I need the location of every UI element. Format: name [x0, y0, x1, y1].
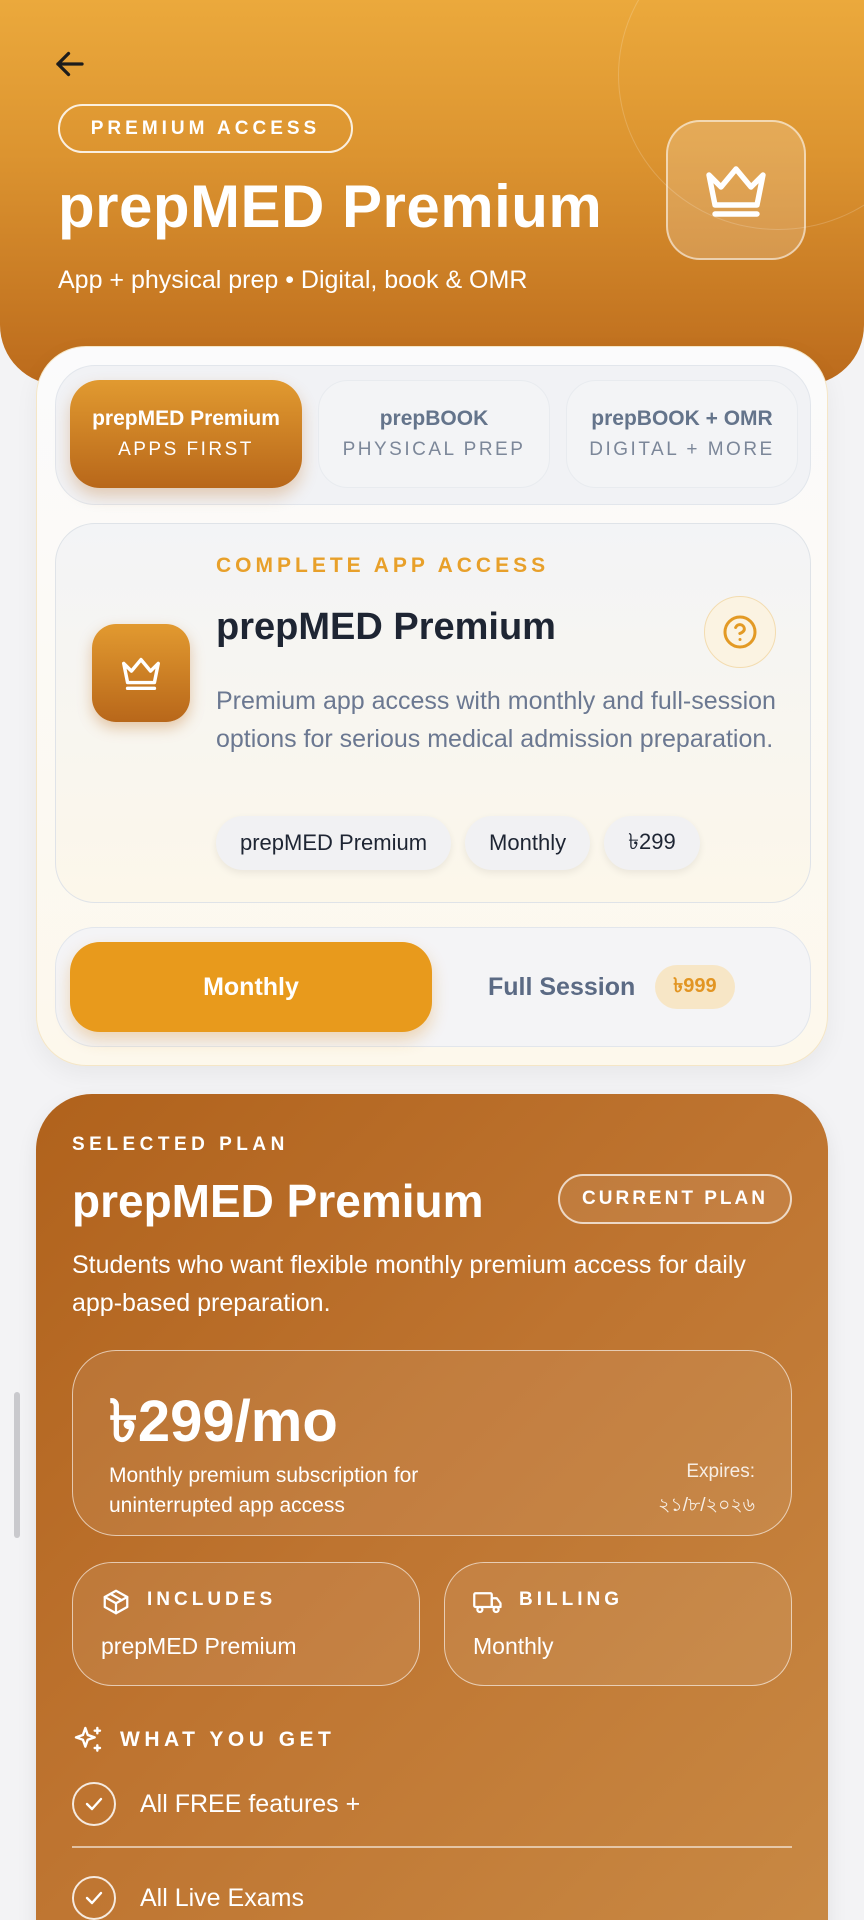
billing-value: Monthly — [473, 1633, 554, 1659]
selected-plan-kicker: SELECTED PLAN — [72, 1134, 289, 1155]
includes-card: INCLUDES prepMED Premium — [72, 1562, 420, 1686]
box-icon — [103, 1589, 129, 1615]
product-info-card: COMPLETE APP ACCESS prepMED Premium Prem… — [55, 523, 811, 903]
feature-item: All FREE features + — [72, 1774, 792, 1834]
tab-title: prepBOOK — [379, 407, 489, 430]
billing-period-toggle: Monthly Full Session ৳999 — [55, 927, 811, 1047]
feature-text: All FREE features + — [140, 1789, 361, 1818]
hero-crown-tile — [666, 120, 806, 260]
billing-card: BILLING Monthly — [444, 1562, 792, 1686]
crown-icon — [122, 657, 160, 691]
feature-divider — [72, 1846, 792, 1848]
product-description: Premium app access with monthly and full… — [216, 687, 776, 753]
plan-price: ৳299/mo — [109, 1389, 338, 1454]
check-icon — [72, 1876, 116, 1920]
back-button[interactable] — [46, 40, 94, 88]
product-title: prepMED Premium — [216, 606, 556, 648]
includes-label: INCLUDES — [147, 1589, 277, 1610]
scrollbar[interactable] — [14, 1392, 20, 1538]
crown-icon — [706, 166, 766, 217]
page-subtitle: App + physical prep • Digital, book & OM… — [58, 266, 528, 294]
tab-subtitle: APPS FIRST — [118, 439, 254, 460]
tab-prepbook-omr[interactable]: prepBOOK + OMR DIGITAL + MORE — [566, 380, 798, 488]
tab-prepmed-premium[interactable]: prepMED Premium APPS FIRST — [70, 380, 302, 488]
sparkles-icon — [74, 1726, 102, 1752]
product-kicker: COMPLETE APP ACCESS — [216, 554, 550, 577]
feature-text: All Live Exams — [140, 1883, 304, 1912]
period-full-session-button[interactable]: Full Session ৳999 — [476, 942, 776, 1032]
product-crown-tile — [92, 624, 190, 722]
selected-plan-title: prepMED Premium — [72, 1175, 484, 1227]
help-button[interactable] — [704, 596, 776, 668]
header: PREMIUM ACCESS prepMED Premium App + phy… — [0, 0, 864, 385]
help-icon — [723, 615, 757, 649]
expires-label: Expires: — [686, 1461, 755, 1482]
tab-prepbook[interactable]: prepBOOK PHYSICAL PREP — [318, 380, 550, 488]
plan-price-note: Monthly premium subscription for uninter… — [109, 1464, 419, 1517]
current-plan-badge: CURRENT PLAN — [558, 1174, 792, 1224]
tab-subtitle: DIGITAL + MORE — [589, 439, 775, 460]
feature-item: All Live Exams — [72, 1868, 792, 1920]
product-tabs: prepMED Premium APPS FIRST prepBOOK PHYS… — [55, 365, 811, 505]
premium-access-badge: PREMIUM ACCESS — [58, 104, 353, 153]
billing-label: BILLING — [519, 1589, 623, 1610]
period-monthly-button[interactable]: Monthly — [70, 942, 432, 1032]
truck-icon — [473, 1592, 502, 1614]
tab-title: prepMED Premium — [92, 407, 280, 430]
what-you-get-heading: WHAT YOU GET — [72, 1724, 335, 1756]
product-chips: prepMED Premium Monthly ৳299 — [216, 816, 700, 870]
selected-plan-card: SELECTED PLAN prepMED Premium CURRENT PL… — [36, 1094, 828, 1920]
chip-product: prepMED Premium — [216, 816, 452, 870]
includes-value: prepMED Premium — [101, 1633, 297, 1659]
plan-selector-card: prepMED Premium APPS FIRST prepBOOK PHYS… — [36, 346, 828, 1066]
tab-subtitle: PHYSICAL PREP — [342, 439, 526, 460]
full-session-price: ৳999 — [655, 965, 735, 1009]
selected-plan-description: Students who want flexible monthly premi… — [72, 1251, 746, 1317]
back-arrow-icon — [56, 51, 84, 77]
chip-price: ৳299 — [604, 816, 700, 870]
full-session-label: Full Session — [488, 972, 636, 1001]
tab-title: prepBOOK + OMR — [591, 407, 773, 430]
what-you-get-label: WHAT YOU GET — [120, 1728, 336, 1751]
price-box: ৳299/mo Monthly premium subscription for… — [72, 1350, 792, 1536]
page-title: prepMED Premium — [58, 173, 603, 240]
expires-value: ২১/৮/২০২৬ — [658, 1495, 755, 1516]
chip-billing: Monthly — [465, 816, 591, 870]
check-icon — [72, 1782, 116, 1826]
